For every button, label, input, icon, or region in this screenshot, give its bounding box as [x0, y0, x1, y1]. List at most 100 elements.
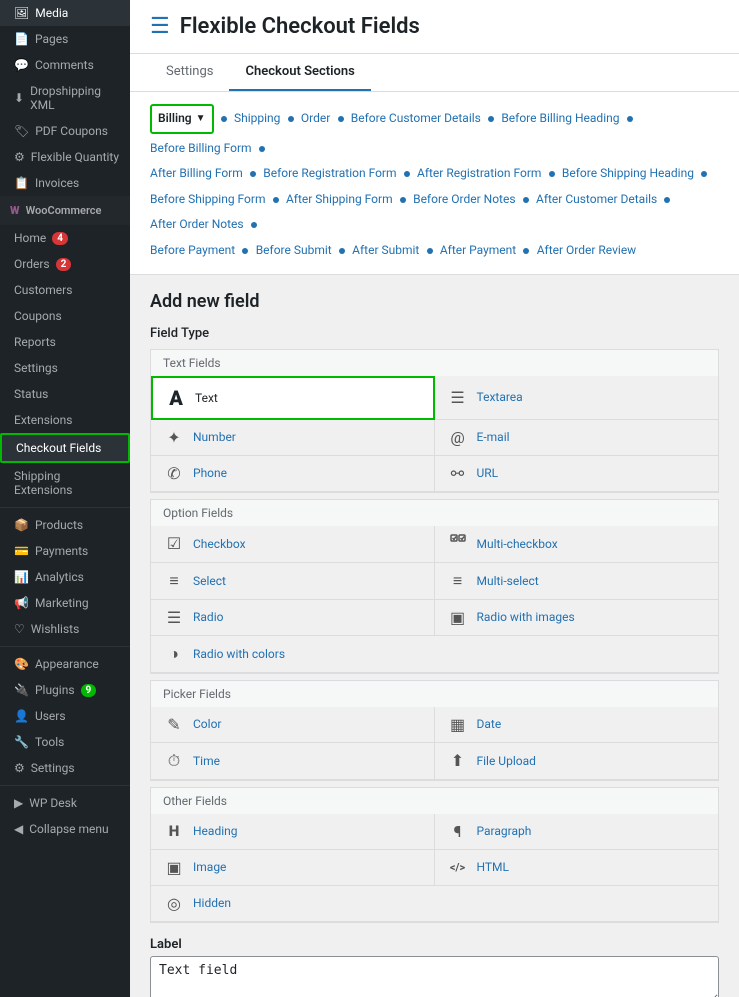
sidebar-item-appearance[interactable]: 🎨 Appearance [0, 651, 130, 677]
sidebar-item-status[interactable]: Status [0, 381, 130, 407]
sidebar-item-collapse-menu[interactable]: ◀ Collapse menu [0, 816, 130, 842]
sidebar-item-pages[interactable]: 📄 Pages [0, 26, 130, 52]
billing-dropdown-icon[interactable]: ▼ [196, 110, 206, 128]
text-fields-header: Text Fields [150, 349, 719, 376]
dot [288, 116, 294, 122]
pill-after-order-review[interactable]: After Order Review [537, 240, 637, 262]
pill-order[interactable]: Order [301, 108, 330, 130]
pill-before-billing-heading[interactable]: Before Billing Heading [501, 108, 619, 130]
dot [250, 171, 256, 177]
field-option-text[interactable]: A Text [151, 376, 435, 420]
pill-before-registration-form[interactable]: Before Registration Form [263, 163, 396, 185]
multi-select-icon: ≡ [447, 571, 469, 591]
field-option-email[interactable]: @ E-mail [435, 420, 719, 456]
tab-bar: Settings Checkout Sections [130, 54, 739, 92]
tab-settings[interactable]: Settings [150, 54, 229, 91]
invoices-icon: 📋 [14, 176, 29, 190]
option-fields-header: Option Fields [150, 499, 719, 526]
sidebar-item-coupons[interactable]: Coupons [0, 303, 130, 329]
sidebar-item-settings[interactable]: Settings [0, 355, 130, 381]
sidebar-item-customers[interactable]: Customers [0, 277, 130, 303]
field-option-radio-images[interactable]: ▣ Radio with images [435, 600, 719, 636]
field-option-label: Textarea [477, 390, 523, 404]
field-option-radio-colors[interactable]: ◑ Radio with colors [151, 636, 718, 673]
sidebar-item-pdf-coupons[interactable]: 🏷 PDF Coupons [0, 118, 130, 144]
sidebar-item-tools[interactable]: 🔧 Tools [0, 729, 130, 755]
sidebar-item-dropshipping[interactable]: ⬇ Dropshipping XML [0, 78, 130, 118]
sidebar-item-label: Extensions [14, 413, 72, 427]
sidebar-item-woocommerce[interactable]: W WooCommerce [0, 196, 130, 225]
sidebar-item-media[interactable]: 🖼 Media [0, 0, 130, 26]
sidebar-item-payments[interactable]: 💳 Payments [0, 538, 130, 564]
field-option-date[interactable]: ▦ Date [435, 707, 719, 743]
pill-after-registration-form[interactable]: After Registration Form [417, 163, 541, 185]
field-option-hidden[interactable]: ◎ Hidden [151, 886, 718, 922]
sidebar-item-analytics[interactable]: 📊 Analytics [0, 564, 130, 590]
sidebar-item-products[interactable]: 📦 Products [0, 512, 130, 538]
field-option-heading[interactable]: H Heading [151, 814, 435, 850]
tab-checkout-sections[interactable]: Checkout Sections [229, 54, 370, 91]
pill-billing[interactable]: Billing ▼ [150, 104, 214, 134]
field-option-url[interactable]: ⚯ URL [435, 456, 719, 492]
sidebar-item-flexible-quantity[interactable]: ⚙ Flexible Quantity [0, 144, 130, 170]
pill-after-order-notes[interactable]: After Order Notes [150, 214, 244, 236]
picker-fields-header: Picker Fields [150, 680, 719, 707]
pill-before-order-notes[interactable]: Before Order Notes [413, 189, 515, 211]
field-option-multi-checkbox[interactable]: Multi-checkbox [435, 526, 719, 563]
pill-after-customer-details[interactable]: After Customer Details [536, 189, 657, 211]
field-option-time[interactable]: ⏱ Time [151, 743, 435, 780]
pill-before-shipping-heading[interactable]: Before Shipping Heading [562, 163, 694, 185]
field-option-file-upload[interactable]: ⬆ File Upload [435, 743, 719, 780]
content-area: Add new field Field Type Text Fields A T… [130, 275, 739, 997]
pill-after-shipping-form[interactable]: After Shipping Form [286, 189, 393, 211]
sidebar-item-plugins[interactable]: 🔌 Plugins 9 [0, 677, 130, 703]
sidebar-item-label: WooCommerce [26, 204, 102, 217]
url-icon: ⚯ [447, 464, 469, 483]
sidebar-item-wishlists[interactable]: ♡ Wishlists [0, 616, 130, 642]
field-option-textarea[interactable]: ☰ Textarea [435, 376, 719, 420]
field-option-label: Hidden [193, 896, 231, 910]
field-option-number[interactable]: ✦ Number [151, 420, 435, 456]
pill-shipping[interactable]: Shipping [234, 108, 280, 130]
pill-after-payment[interactable]: After Payment [440, 240, 516, 262]
wp-desk-icon: ▶ [14, 796, 23, 810]
hidden-icon: ◎ [163, 894, 185, 913]
sidebar-item-settings2[interactable]: ⚙ Settings [0, 755, 130, 781]
pill-before-billing-form[interactable]: Before Billing Form [150, 138, 252, 160]
sidebar-item-shipping-extensions[interactable]: Shipping Extensions [0, 463, 130, 503]
field-option-phone[interactable]: ✆ Phone [151, 456, 435, 492]
sidebar-item-wp-desk[interactable]: ▶ WP Desk [0, 790, 130, 816]
field-option-checkbox[interactable]: ☑ Checkbox [151, 526, 435, 563]
sidebar-item-marketing[interactable]: 📢 Marketing [0, 590, 130, 616]
field-option-label: Paragraph [477, 824, 532, 838]
field-option-paragraph[interactable]: ¶ Paragraph [435, 814, 719, 850]
pill-after-billing-form[interactable]: After Billing Form [150, 163, 243, 185]
field-option-image[interactable]: ▣ Image [151, 850, 435, 886]
sidebar-item-extensions[interactable]: Extensions [0, 407, 130, 433]
sidebar-item-reports[interactable]: Reports [0, 329, 130, 355]
sidebar-item-home[interactable]: Home 4 [0, 225, 130, 251]
sidebar-item-checkout-fields[interactable]: Checkout Fields [0, 433, 130, 463]
pill-after-submit[interactable]: After Submit [352, 240, 419, 262]
sidebar-item-label: Flexible Quantity [31, 150, 119, 164]
pill-before-customer-details[interactable]: Before Customer Details [351, 108, 481, 130]
sidebar-item-orders[interactable]: Orders 2 [0, 251, 130, 277]
pill-before-shipping-form[interactable]: Before Shipping Form [150, 189, 265, 211]
sidebar-item-comments[interactable]: 💬 Comments [0, 52, 130, 78]
field-option-html[interactable]: </> HTML [435, 850, 719, 886]
pill-before-payment[interactable]: Before Payment [150, 240, 235, 262]
dot [627, 116, 633, 122]
dot [221, 116, 227, 122]
field-option-color[interactable]: ✎ Color [151, 707, 435, 743]
picker-fields-grid: ✎ Color ▦ Date ⏱ Time ⬆ File Upload [150, 707, 719, 781]
label-field-group: Label [150, 937, 719, 997]
field-option-multi-select[interactable]: ≡ Multi-select [435, 563, 719, 600]
sidebar-item-label: Status [14, 387, 48, 401]
dot [273, 197, 279, 203]
field-option-radio[interactable]: ☰ Radio [151, 600, 435, 636]
pill-before-submit[interactable]: Before Submit [256, 240, 332, 262]
field-option-select[interactable]: ≡ Select [151, 563, 435, 600]
sidebar-item-invoices[interactable]: 📋 Invoices [0, 170, 130, 196]
sidebar-item-users[interactable]: 👤 Users [0, 703, 130, 729]
label-input[interactable] [150, 956, 719, 997]
